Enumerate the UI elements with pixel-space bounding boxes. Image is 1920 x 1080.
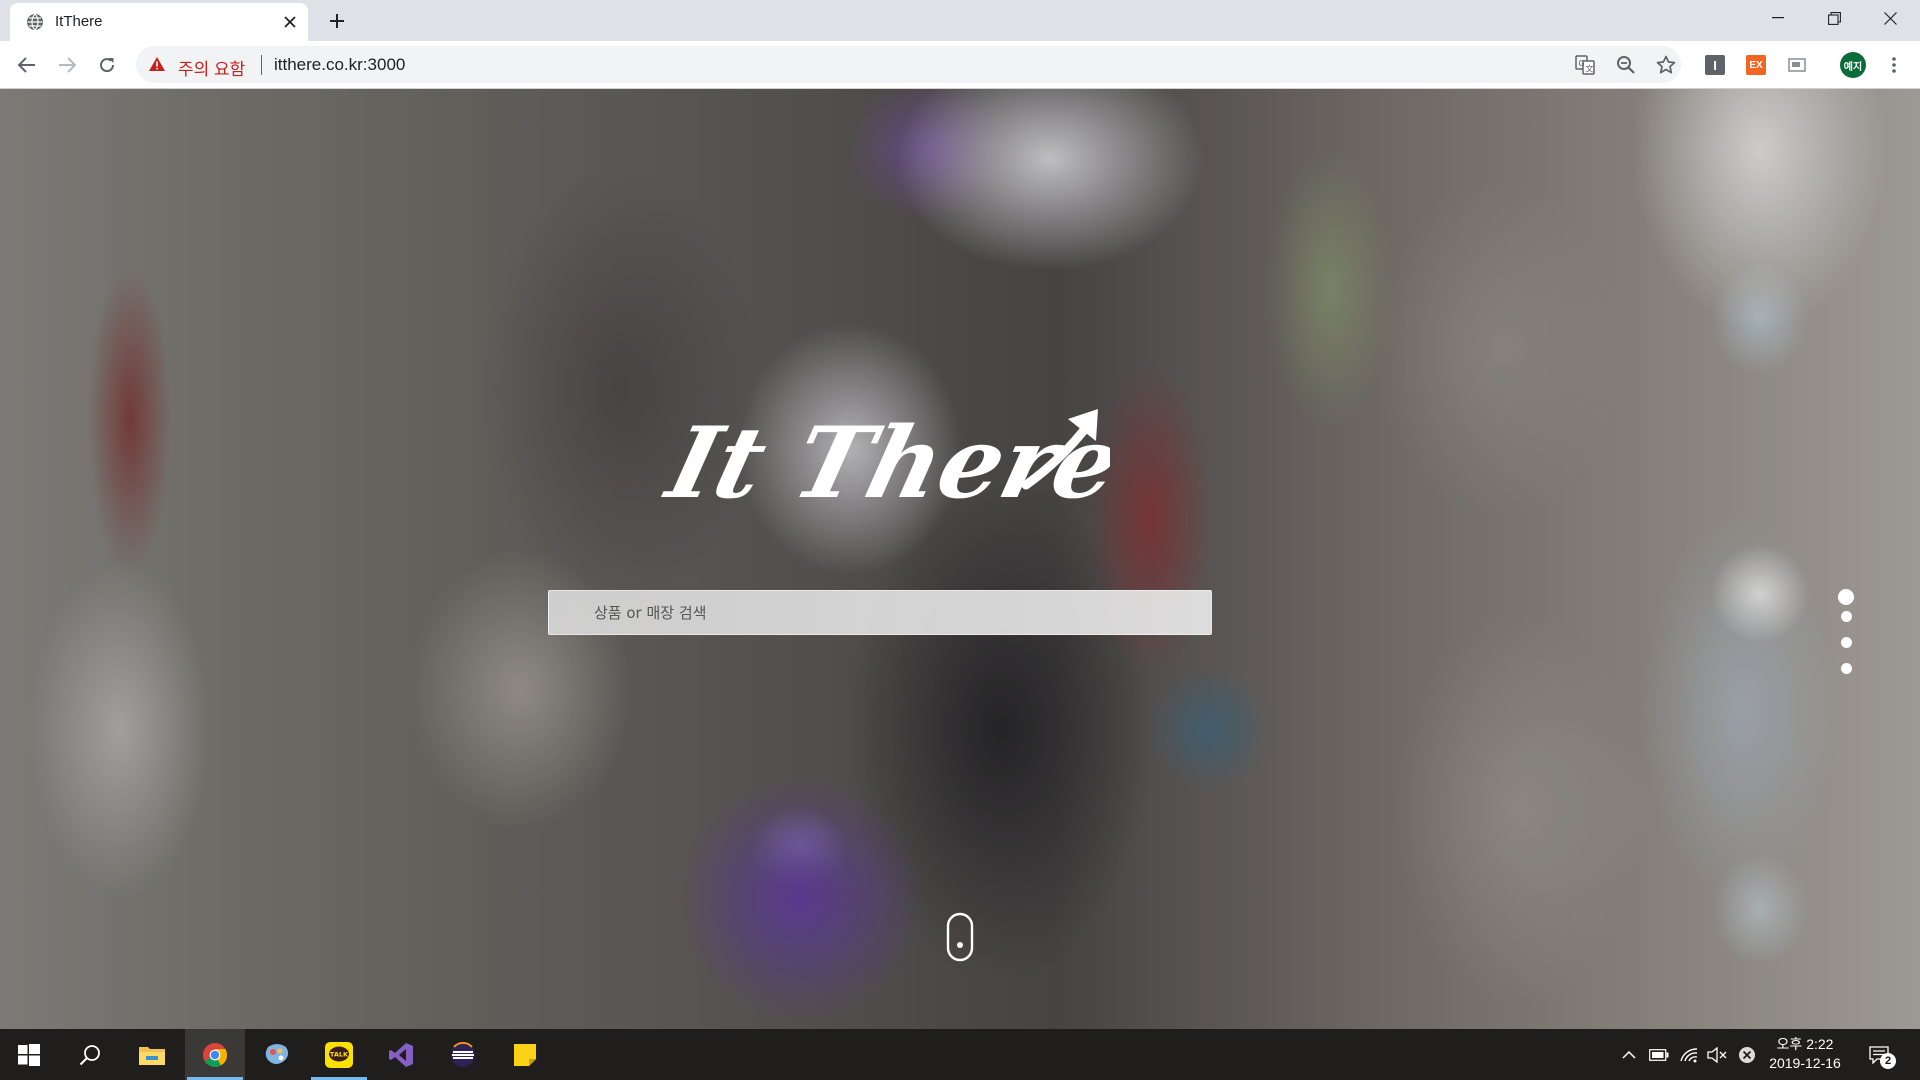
restore-icon[interactable] — [1806, 0, 1862, 36]
omnibox-divider — [261, 55, 262, 75]
windows-start-icon[interactable] — [0, 1029, 58, 1080]
profile-avatar[interactable]: 예지 — [1840, 52, 1866, 78]
browser-toolbar: 주의 요함 itthere.co.kr:3000 G文 I EX 예지 — [0, 41, 1920, 89]
tab-title: ItThere — [55, 13, 103, 30]
pagination-dot-2[interactable] — [1841, 611, 1852, 622]
hero-section: It There — [0, 89, 1920, 1029]
paint-3d-icon[interactable] — [247, 1029, 307, 1080]
logo-text: It There — [660, 406, 1110, 520]
status-x-icon[interactable] — [1736, 1044, 1758, 1066]
translate-icon[interactable]: G文 — [1572, 52, 1598, 78]
wifi-icon[interactable] — [1678, 1044, 1700, 1066]
bookmark-star-icon[interactable] — [1653, 52, 1679, 78]
url-text[interactable]: itthere.co.kr:3000 — [274, 55, 405, 75]
browser-tab[interactable]: ItThere — [10, 3, 308, 41]
extension-ex-icon[interactable]: EX — [1746, 55, 1766, 75]
eclipse-icon[interactable] — [433, 1029, 493, 1080]
reload-icon[interactable] — [91, 49, 123, 81]
svg-text:G: G — [1579, 59, 1585, 68]
address-bar[interactable]: 주의 요함 itthere.co.kr:3000 G文 — [136, 46, 1681, 83]
itthere-logo: It There — [660, 406, 1110, 520]
zoom-icon[interactable] — [1613, 52, 1639, 78]
file-explorer-icon[interactable] — [122, 1029, 182, 1080]
back-icon[interactable] — [11, 49, 43, 81]
new-tab-button[interactable] — [325, 9, 349, 33]
extension-i-icon[interactable]: I — [1705, 55, 1725, 75]
sticky-notes-icon[interactable] — [495, 1029, 555, 1080]
cast-icon[interactable] — [1785, 53, 1809, 77]
visual-studio-icon[interactable] — [371, 1029, 431, 1080]
pagination-dot-1[interactable] — [1838, 589, 1854, 605]
window-close-icon[interactable] — [1862, 0, 1918, 36]
minimize-icon[interactable] — [1750, 0, 1806, 36]
chrome-icon[interactable] — [185, 1029, 245, 1080]
pagination-dot-3[interactable] — [1841, 637, 1852, 648]
search-input[interactable] — [548, 590, 1212, 635]
scroll-down-mouse-icon[interactable] — [946, 912, 974, 962]
clock-time: 오후 2:22 — [1776, 1036, 1834, 1052]
search-icon[interactable] — [60, 1029, 120, 1080]
kakaotalk-icon[interactable]: TALK — [309, 1029, 369, 1080]
chevron-up-icon[interactable] — [1618, 1044, 1640, 1066]
forward-icon[interactable] — [51, 49, 83, 81]
more-menu-icon[interactable] — [1882, 53, 1906, 77]
system-clock[interactable]: 오후 2:22 2019-12-16 — [1760, 1035, 1850, 1073]
volume-muted-icon[interactable] — [1706, 1044, 1728, 1066]
pagination-dot-4[interactable] — [1841, 663, 1852, 674]
notification-count-badge: 2 — [1880, 1053, 1896, 1069]
windows-taskbar: TALK 오후 2:22 2019-12-16 2 — [0, 1029, 1920, 1080]
svg-text:文: 文 — [1586, 64, 1594, 74]
warning-icon[interactable] — [148, 56, 166, 77]
kakaotalk-label: TALK — [330, 1050, 349, 1058]
tab-strip: ItThere — [0, 0, 1920, 41]
globe-icon — [26, 13, 44, 31]
clock-date: 2019-12-16 — [1769, 1055, 1841, 1071]
battery-icon[interactable] — [1648, 1044, 1670, 1066]
security-warning-text[interactable]: 주의 요함 — [178, 55, 245, 80]
close-icon[interactable] — [280, 12, 300, 32]
